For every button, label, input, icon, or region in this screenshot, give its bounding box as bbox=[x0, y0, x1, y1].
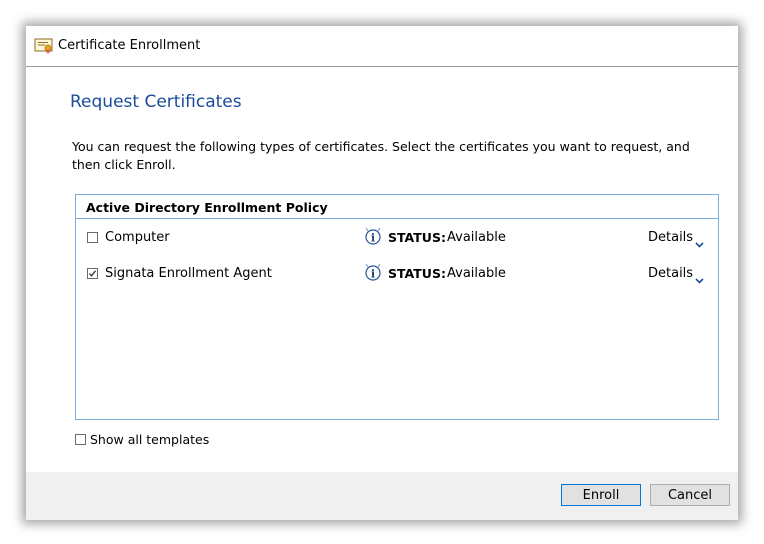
chevron-down-icon[interactable] bbox=[695, 269, 704, 284]
show-all-templates-label: Show all templates bbox=[90, 432, 210, 447]
certificate-enrollment-dialog: Certificate Enrollment Request Certifica… bbox=[26, 26, 738, 520]
certificate-row: Signata Enrollment Agent i STATUS: Avail… bbox=[76, 263, 718, 287]
status-value: Available bbox=[447, 266, 506, 281]
enrollment-policy-list: Active Directory Enrollment Policy Compu… bbox=[75, 194, 719, 420]
dialog-footer: Enroll Cancel bbox=[26, 472, 738, 520]
status-value: Available bbox=[447, 230, 506, 245]
page-heading: Request Certificates bbox=[70, 92, 242, 112]
status-label: STATUS: bbox=[388, 230, 446, 245]
title-bar: Certificate Enrollment bbox=[26, 26, 738, 67]
show-all-templates-checkbox[interactable] bbox=[75, 434, 86, 445]
certificate-name: Signata Enrollment Agent bbox=[105, 266, 272, 281]
cancel-button[interactable]: Cancel bbox=[650, 484, 730, 506]
window-title: Certificate Enrollment bbox=[58, 38, 201, 53]
policy-header: Active Directory Enrollment Policy bbox=[76, 195, 718, 219]
certificate-name: Computer bbox=[105, 230, 170, 245]
chevron-down-icon[interactable] bbox=[695, 233, 704, 248]
details-link[interactable]: Details bbox=[648, 266, 693, 281]
info-icon: i bbox=[364, 227, 384, 247]
svg-text:i: i bbox=[371, 232, 375, 245]
certificate-icon bbox=[34, 37, 54, 55]
certificate-row: Computer i STATUS: Available Details bbox=[76, 227, 718, 251]
policy-title: Active Directory Enrollment Policy bbox=[86, 200, 328, 215]
enroll-button[interactable]: Enroll bbox=[561, 484, 641, 506]
svg-text:i: i bbox=[371, 268, 375, 281]
info-icon: i bbox=[364, 263, 384, 283]
certificate-checkbox-signata-enrollment-agent[interactable] bbox=[87, 268, 98, 279]
details-link[interactable]: Details bbox=[648, 230, 693, 245]
status-label: STATUS: bbox=[388, 266, 446, 281]
certificate-checkbox-computer[interactable] bbox=[87, 232, 98, 243]
intro-text: You can request the following types of c… bbox=[72, 139, 690, 172]
